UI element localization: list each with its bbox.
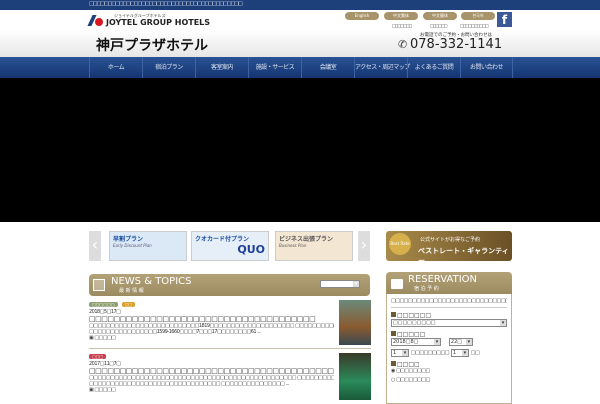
- nav-contact[interactable]: お問い合わせ: [460, 57, 513, 78]
- banner-early-discount[interactable]: 早割プラン Early Discount Plan: [109, 231, 187, 261]
- reservation-title: RESERVATION: [408, 274, 478, 285]
- carousel-prev-button[interactable]: ‹: [89, 231, 101, 261]
- news-more-link[interactable]: ▣ □□□□□: [89, 387, 369, 393]
- news-more-link[interactable]: ▣ □□□□□: [89, 335, 369, 341]
- news-filter-select[interactable]: □□□□: [320, 280, 360, 288]
- banner-title: 早割プラン: [113, 236, 144, 243]
- option-label: □□□□□□□□: [395, 368, 430, 374]
- news-tag: □□: [121, 302, 136, 307]
- news-thumbnail[interactable]: [339, 353, 371, 400]
- rooms-select[interactable]: 1: [450, 349, 469, 357]
- best-rate-badge-icon: Best Rate: [389, 233, 411, 255]
- month-select[interactable]: 2018□8□: [391, 338, 441, 346]
- reservation-form: □□□□□□□□□□□□□□□□□□□□□□□□□□□□ □□□□□□ □□□□…: [386, 294, 512, 404]
- top-bar-text: □□□□□□□□□□□□□□□□□□□□□□□□□□□□□□□□□□□□□□□□…: [89, 1, 243, 7]
- news-thumbnail[interactable]: [339, 300, 371, 345]
- lang-simplified-chinese[interactable]: 中文簡体: [423, 12, 457, 20]
- date-label-text: □□□□□: [397, 331, 426, 338]
- nav-rooms[interactable]: 客室案内: [195, 57, 248, 78]
- day-select[interactable]: 22□: [448, 338, 473, 346]
- banner-sub: QUO: [237, 243, 265, 256]
- day-value: 22□: [450, 339, 463, 345]
- banner-title: ビジネス出張プラン: [279, 236, 334, 243]
- logo-dot-icon: [95, 18, 103, 26]
- top-bar: □□□□□□□□□□□□□□□□□□□□□□□□□□□□□□□□□□□□□□□□…: [0, 0, 600, 10]
- rooms-value: 1: [452, 350, 457, 356]
- banner-title: クオカード付プラン: [195, 236, 250, 243]
- phone-icon: ✆: [398, 38, 408, 51]
- banner-sub: Business Plan: [279, 243, 307, 248]
- nav-home[interactable]: ホーム: [89, 57, 142, 78]
- news-tag: □□□□□□: [89, 302, 118, 307]
- news-title-link[interactable]: □□□□□□□□□□□□□□□□□□□□□□□□□□□□□□□□□□□□□□□□…: [89, 367, 334, 375]
- option-label: □□□□□□□□: [395, 377, 430, 383]
- banner-sub: Early Discount Plan: [113, 243, 152, 248]
- nav-access[interactable]: アクセス・周辺マップ: [354, 57, 410, 78]
- main-nav: ホーム 宿泊プラン 客室案内 施設・サービス 会議室 アクセス・周辺マップ よく…: [0, 57, 600, 78]
- news-more-label: □□□□□: [94, 387, 116, 393]
- nav-meeting-rooms[interactable]: 会議室: [301, 57, 354, 78]
- news-item: □□□□□□ □□ 2018□5□17□ □□□□□□□□□□□□□□□□□□□□…: [89, 300, 371, 345]
- lang-korean[interactable]: 한국어: [461, 12, 495, 20]
- news-title-link[interactable]: □□□□□□□□□□□□□□□□□□□□□□□□□□□□□□□□□□□□□: [89, 315, 369, 323]
- carousel-next-button[interactable]: ›: [358, 231, 370, 261]
- joytel-logo[interactable]: ジョイテルグループホテルズ JOYTEL GROUP HOTELS: [87, 13, 210, 29]
- news-title: NEWS & TOPICS: [111, 276, 192, 287]
- banner-business[interactable]: ビジネス出張プラン Business Plan: [275, 231, 353, 261]
- logo-name: JOYTEL GROUP HOTELS: [106, 18, 211, 27]
- sub-link-1[interactable]: □□□□□□□: [392, 23, 412, 28]
- reservation-intro: □□□□□□□□□□□□□□□□□□□□□□□□□□□□: [391, 298, 507, 308]
- news-subtitle: 最 新 情 報: [119, 288, 144, 294]
- header: 神戸プラザホテル お電話でのご予約・お問い合わせは ✆ 078-332-1141: [0, 30, 600, 57]
- nights-select[interactable]: 1: [391, 349, 409, 357]
- sub-link-3[interactable]: □□□□□□□□□□: [460, 23, 489, 28]
- hotel-title: 神戸プラザホテル: [96, 38, 208, 54]
- best-rate-banner[interactable]: Best Rate 公式サイトがお得なご予約 ベストレート・ギャランティー: [386, 231, 512, 265]
- lang-english[interactable]: English: [345, 12, 379, 20]
- news-filter-value: □□□□: [322, 281, 341, 287]
- news-header: NEWS & TOPICS 最 新 情 報 □□□□: [89, 274, 370, 296]
- hotel-label-text: □□□□□□: [397, 312, 432, 319]
- hotel-select-value: □□□□□□□□□: [393, 320, 436, 326]
- rooms-suffix: □□: [470, 350, 480, 356]
- news-icon: [93, 279, 105, 291]
- hotel-label: □□□□□□: [391, 312, 507, 319]
- nights-value: 1: [393, 350, 397, 356]
- nav-facilities[interactable]: 施設・サービス: [248, 57, 301, 78]
- nights-text: □□□□□□□□□: [410, 350, 450, 356]
- best-rate-line1: 公式サイトがお得なご予約: [420, 237, 481, 243]
- phone-number[interactable]: 078-332-1141: [410, 37, 502, 52]
- suitcase-icon: [391, 279, 403, 289]
- banner-quo-card[interactable]: クオカード付プラン QUO: [191, 231, 269, 261]
- sub-link-2[interactable]: □□□□□□: [430, 23, 448, 28]
- reservation-header: RESERVATION 宿 泊 予 約: [386, 272, 512, 294]
- best-rate-line2: ベストレート・ギャランティー: [418, 247, 509, 265]
- reservation-subtitle: 宿 泊 予 約: [414, 286, 439, 292]
- news-item: □□□ 2017□11□7□ □□□□□□□□□□□□□□□□□□□□□□□□□…: [89, 353, 371, 400]
- nav-faq[interactable]: よくあるご質問: [407, 57, 460, 78]
- type-option-2[interactable]: ○ □□□□□□□□: [391, 377, 507, 383]
- news-tag: □□□: [89, 354, 107, 359]
- hero-slideshow[interactable]: [0, 78, 600, 222]
- month-value: 2018□8□: [393, 339, 419, 345]
- type-option-1[interactable]: ◉ □□□□□□□□: [391, 368, 507, 374]
- facebook-icon[interactable]: f: [497, 12, 512, 27]
- hotel-select[interactable]: □□□□□□□□□: [391, 319, 507, 327]
- news-more-label: □□□□□: [94, 335, 116, 341]
- nav-plans[interactable]: 宿泊プラン: [142, 57, 195, 78]
- news-divider: [89, 348, 371, 349]
- date-label: □□□□□: [391, 331, 507, 338]
- type-label-text: □□□□: [397, 361, 420, 368]
- logo-row: ジョイテルグループホテルズ JOYTEL GROUP HOTELS Englis…: [0, 10, 600, 30]
- lang-traditional-chinese[interactable]: 中文繁体: [384, 12, 418, 20]
- type-label: □□□□: [391, 361, 507, 368]
